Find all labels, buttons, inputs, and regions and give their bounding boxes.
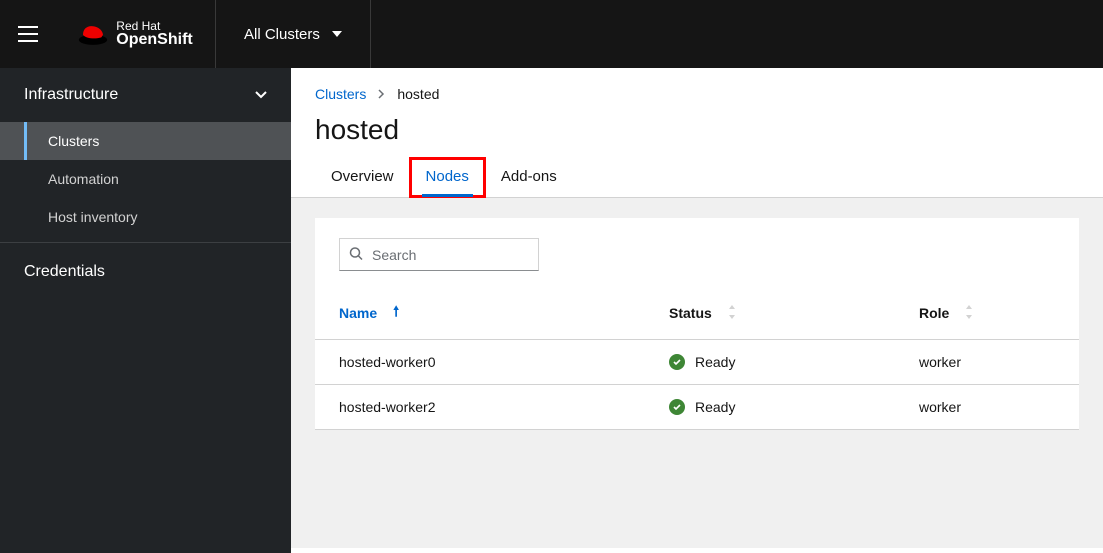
sidebar-item-credentials[interactable]: Credentials [0,243,291,301]
context-switcher-label: All Clusters [244,26,320,43]
search-icon [349,246,363,263]
toolbar [315,238,1079,287]
check-circle-icon [669,354,685,370]
sidebar-section-label: Infrastructure [24,86,118,104]
hamburger-icon [18,26,38,42]
page-title: hosted [291,108,1103,158]
nodes-table: Name 🠕 Status [315,287,1079,430]
main-content: Clusters hosted hosted Overview Nodes Ad… [291,68,1103,553]
menu-toggle-button[interactable] [0,0,56,68]
brand-bottom-text: OpenShift [116,32,192,48]
sort-icon [728,305,736,322]
nodes-card: Name 🠕 Status [315,218,1079,430]
sidebar-section-infrastructure[interactable]: Infrastructure [0,68,291,122]
check-circle-icon [669,399,685,415]
chevron-down-icon [255,91,267,99]
cell-role: worker [895,385,1079,430]
brand-logo[interactable]: Red Hat OpenShift [56,0,216,68]
search-input[interactable] [339,238,539,271]
table-row: hosted-worker0 Ready worker [315,340,1079,385]
context-switcher[interactable]: All Clusters [216,0,371,68]
tab-panel: Name 🠕 Status [291,198,1103,548]
tab-list: Overview Nodes Add-ons [291,158,1103,198]
cell-role: worker [895,340,1079,385]
sidebar: Infrastructure Clusters Automation Host … [0,68,291,553]
top-bar: Red Hat OpenShift All Clusters [0,0,1103,68]
tab-nodes[interactable]: Nodes [410,158,485,197]
sidebar-item-host-inventory[interactable]: Host inventory [0,198,291,236]
sort-icon [965,305,973,322]
redhat-icon [78,23,108,45]
sort-asc-icon: 🠕 [393,301,399,325]
caret-down-icon [332,31,342,37]
tab-add-ons[interactable]: Add-ons [485,158,573,197]
cell-status: Ready [645,385,895,430]
breadcrumb: Clusters hosted [291,68,1103,108]
column-header-role[interactable]: Role [895,287,1079,340]
breadcrumb-current: hosted [397,86,439,102]
tab-overview[interactable]: Overview [315,158,410,197]
cell-status: Ready [645,340,895,385]
table-row: hosted-worker2 Ready worker [315,385,1079,430]
sidebar-item-clusters[interactable]: Clusters [0,122,291,160]
sidebar-item-automation[interactable]: Automation [0,160,291,198]
breadcrumb-link-clusters[interactable]: Clusters [315,86,366,102]
chevron-right-icon [378,86,385,102]
column-header-name[interactable]: Name 🠕 [315,287,645,340]
cell-name: hosted-worker0 [315,340,645,385]
column-header-status[interactable]: Status [645,287,895,340]
cell-name: hosted-worker2 [315,385,645,430]
